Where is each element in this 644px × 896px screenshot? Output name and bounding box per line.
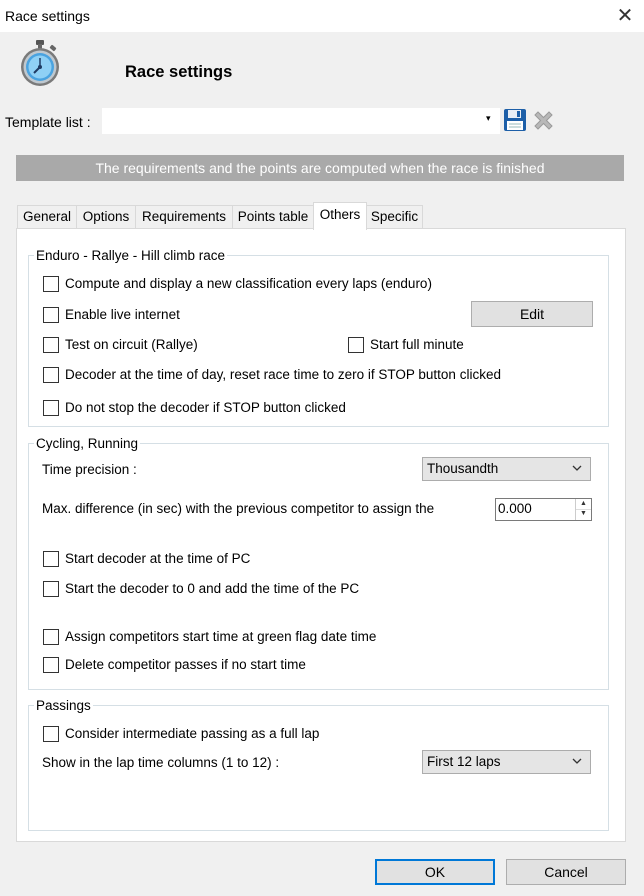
intermediate-passing-checkbox[interactable] [43,726,59,742]
compute-classification-checkbox[interactable] [43,276,59,292]
start-decoder-pc-checkbox[interactable] [43,551,59,567]
chevron-down-icon [572,465,582,471]
green-flag-checkbox[interactable] [43,629,59,645]
spinner-buttons: ▲ ▼ [575,499,591,520]
max-difference-spinner[interactable]: 0.000 ▲ ▼ [495,498,592,521]
start-decoder-zero-label: Start the decoder to 0 and add the time … [65,581,360,596]
time-precision-select[interactable]: Thousandth [422,457,591,481]
time-precision-value: Thousandth [427,461,499,476]
time-precision-label: Time precision : [42,462,137,477]
cancel-button[interactable]: Cancel [506,859,626,885]
max-difference-label: Max. difference (in sec) with the previo… [42,501,435,516]
close-icon[interactable]: ✕ [608,2,642,30]
do-not-stop-decoder-checkbox[interactable] [43,400,59,416]
start-full-minute-checkbox[interactable] [348,337,364,353]
delete-passes-label: Delete competitor passes if no start tim… [65,657,306,672]
green-flag-label: Assign competitors start time at green f… [65,629,377,644]
stopwatch-icon [17,38,63,88]
max-difference-value: 0.000 [498,501,532,516]
ok-button[interactable]: OK [375,859,495,885]
start-full-minute-label: Start full minute [370,337,464,352]
template-list-select[interactable] [102,108,500,134]
do-not-stop-decoder-label: Do not stop the decoder if STOP button c… [65,400,346,415]
tab-general[interactable]: General [17,205,77,228]
lap-time-columns-value: First 12 laps [427,754,501,769]
template-list-label: Template list : [5,114,91,130]
window-title: Race settings [5,8,90,24]
test-circuit-checkbox[interactable] [43,337,59,353]
tab-others[interactable]: Others [313,202,367,230]
spinner-down-icon[interactable]: ▼ [576,509,591,519]
decoder-time-of-day-checkbox[interactable] [43,367,59,383]
info-banner: The requirements and the points are comp… [16,155,624,181]
tab-options[interactable]: Options [76,205,136,228]
live-internet-checkbox[interactable] [43,307,59,323]
tab-requirements[interactable]: Requirements [135,205,233,228]
chevron-down-icon [572,758,582,764]
delete-x-icon[interactable] [531,108,556,133]
page-title: Race settings [125,63,233,81]
floppy-disk-icon[interactable] [503,108,527,132]
tab-specific[interactable]: Specific [366,205,423,228]
live-internet-label: Enable live internet [65,307,180,322]
group-enduro-title: Enduro - Rallye - Hill climb race [34,248,228,263]
dropdown-arrow-icon[interactable]: ▾ [486,113,491,124]
compute-classification-label: Compute and display a new classification… [65,276,432,291]
group-passings-title: Passings [34,698,93,713]
decoder-time-of-day-label: Decoder at the time of day, reset race t… [65,367,501,382]
start-decoder-pc-label: Start decoder at the time of PC [65,551,251,566]
title-bar [0,0,644,32]
group-cycling-title: Cycling, Running [34,436,141,451]
edit-button[interactable]: Edit [471,301,593,327]
test-circuit-label: Test on circuit (Rallye) [65,337,198,352]
intermediate-passing-label: Consider intermediate passing as a full … [65,726,320,741]
lap-time-columns-select[interactable]: First 12 laps [422,750,591,774]
start-decoder-zero-checkbox[interactable] [43,581,59,597]
tab-points-table[interactable]: Points table [232,205,314,228]
delete-passes-checkbox[interactable] [43,657,59,673]
lap-time-columns-label: Show in the lap time columns (1 to 12) : [42,755,280,770]
